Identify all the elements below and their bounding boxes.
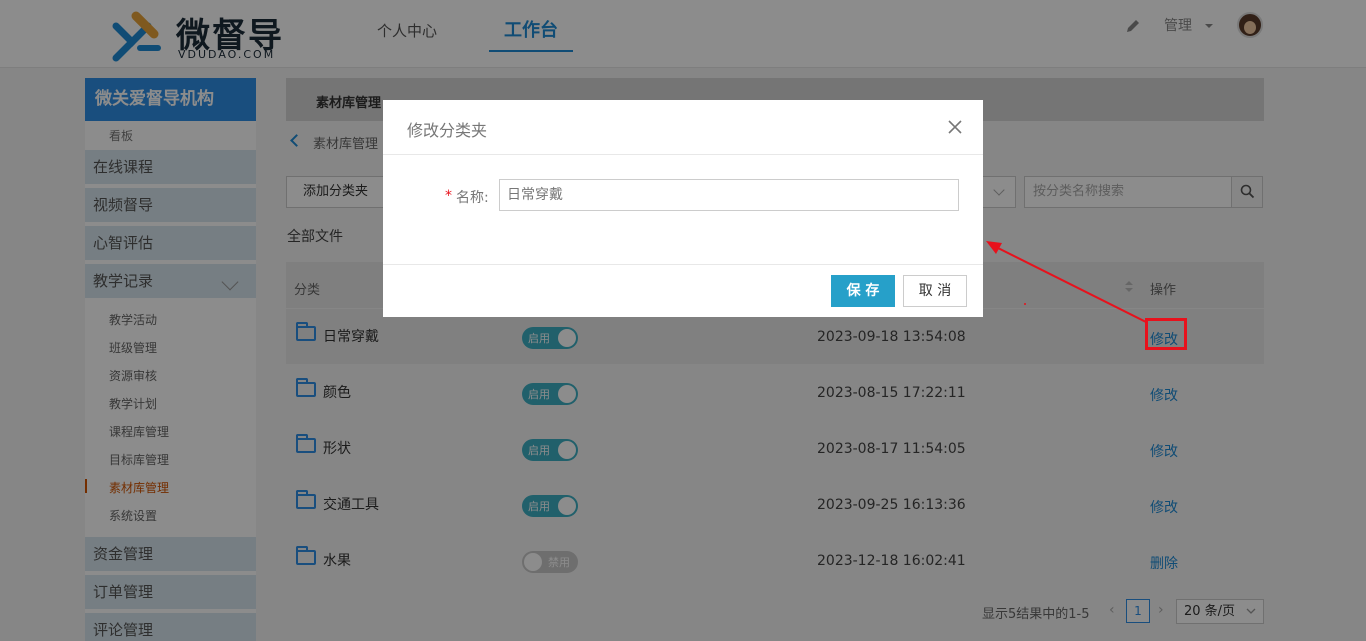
save-button[interactable]: 保 存 <box>831 275 895 307</box>
annotation-highlight-box <box>1145 318 1187 350</box>
divider <box>383 264 983 265</box>
name-field[interactable]: 日常穿戴 <box>499 179 959 211</box>
close-icon[interactable] <box>945 117 965 137</box>
edit-folder-dialog: 修改分类夹 * 名称: 日常穿戴 保 存 取 消 <box>383 100 983 317</box>
required-marker: * <box>445 188 452 204</box>
cancel-button[interactable]: 取 消 <box>903 275 967 307</box>
divider <box>383 154 983 155</box>
name-field-label: 名称: <box>456 190 489 206</box>
dialog-title: 修改分类夹 <box>407 121 488 140</box>
